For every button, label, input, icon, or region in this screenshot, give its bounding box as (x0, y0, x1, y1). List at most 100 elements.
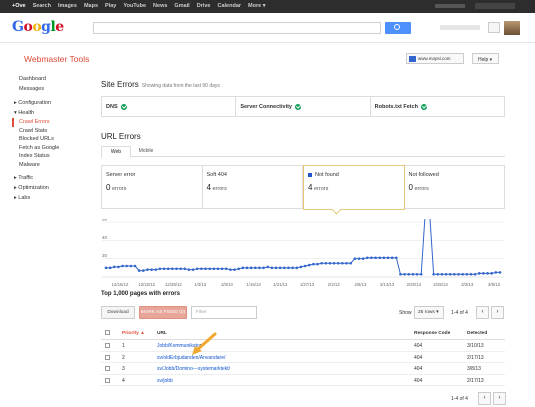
data-point[interactable] (187, 268, 191, 271)
data-point[interactable] (457, 272, 460, 276)
url-header[interactable]: URL (157, 331, 167, 336)
data-point[interactable] (486, 272, 489, 275)
data-point[interactable] (390, 256, 394, 260)
data-point[interactable] (117, 265, 120, 269)
data-point[interactable] (494, 271, 498, 274)
response-code-header[interactable]: Response Code (414, 331, 450, 336)
top-link[interactable]: News (153, 3, 167, 9)
data-point[interactable] (453, 272, 456, 276)
sidebar-item-blocked-urls[interactable]: Blocked URLs (12, 135, 92, 144)
data-point[interactable] (395, 256, 398, 260)
top-link[interactable]: Play (105, 3, 116, 9)
sidebar-item-crawl-stats[interactable]: Crawl Stats (12, 127, 92, 136)
data-point[interactable] (444, 272, 448, 276)
data-point[interactable] (200, 267, 203, 271)
sidebar-item-traffic[interactable]: ▸ Traffic (12, 173, 92, 183)
data-point[interactable] (432, 272, 435, 276)
help-button[interactable]: Help ▾ (472, 53, 499, 64)
data-point[interactable] (307, 263, 311, 267)
data-point[interactable] (146, 268, 149, 271)
error-card-server-error[interactable]: Server error 0 errors (102, 166, 203, 208)
data-point[interactable] (212, 267, 216, 271)
data-point[interactable] (374, 256, 377, 260)
data-point[interactable] (112, 265, 116, 269)
data-point[interactable] (171, 267, 174, 271)
sidebar-item-labs[interactable]: ▸ Labs (12, 193, 92, 203)
data-point[interactable] (336, 261, 340, 265)
data-point[interactable] (125, 264, 129, 268)
data-point[interactable] (299, 265, 303, 269)
data-point[interactable] (295, 266, 299, 270)
url-link[interactable]: sv/jobb (157, 378, 173, 384)
share-button[interactable] (488, 22, 500, 33)
data-point[interactable] (320, 261, 323, 265)
data-point[interactable] (353, 257, 357, 260)
next-page-button[interactable]: › (491, 306, 504, 319)
data-point[interactable] (498, 271, 502, 274)
data-point[interactable] (407, 272, 411, 276)
error-card-not-followed[interactable]: Not followed 0 errors (405, 166, 505, 208)
top-link[interactable]: More ▾ (248, 3, 265, 9)
data-point[interactable] (415, 272, 419, 276)
data-point[interactable] (399, 272, 402, 276)
data-point[interactable] (312, 262, 315, 266)
search-input[interactable] (93, 22, 381, 34)
sidebar-item-crawl-errors[interactable]: Crawl Errors (12, 118, 92, 127)
top-link[interactable]: Gmail (174, 3, 189, 9)
data-point[interactable] (204, 267, 207, 271)
data-point[interactable] (241, 266, 245, 270)
data-point[interactable] (220, 267, 224, 271)
data-point[interactable] (133, 264, 137, 268)
account-controls-blurred[interactable] (475, 3, 515, 9)
data-point[interactable] (403, 272, 406, 276)
data-point[interactable] (411, 272, 415, 276)
data-point[interactable] (245, 266, 249, 270)
sidebar-item-optimization[interactable]: ▸ Optimization (12, 183, 92, 193)
table-row[interactable]: 3 sv/Jobb/Domino---systemarktekt/404 3/8/1… (101, 363, 505, 375)
data-point[interactable] (158, 267, 162, 271)
top-link[interactable]: Images (58, 3, 77, 9)
data-point[interactable] (283, 266, 286, 270)
data-point[interactable] (357, 257, 361, 260)
data-point[interactable] (465, 272, 469, 276)
dns-status[interactable]: DNS (102, 97, 237, 116)
tab-mobile[interactable]: Mobile (131, 146, 161, 156)
data-point[interactable] (270, 266, 274, 270)
site-selector[interactable]: www.mopsi.com (406, 53, 464, 64)
data-point[interactable] (440, 272, 444, 276)
data-point[interactable] (137, 269, 141, 272)
data-point[interactable] (121, 264, 124, 268)
top-link[interactable]: Maps (84, 3, 98, 9)
sidebar-item-configuration[interactable]: ▸ Configuration (12, 98, 92, 108)
data-point[interactable] (361, 257, 365, 260)
data-point[interactable] (191, 268, 195, 271)
data-point[interactable] (482, 272, 485, 275)
error-card-not-found[interactable]: Not found 4 errors (303, 165, 405, 210)
data-point[interactable] (345, 261, 348, 265)
data-point[interactable] (266, 265, 270, 269)
data-point[interactable] (328, 261, 332, 265)
data-point[interactable] (341, 261, 344, 265)
data-point[interactable] (365, 256, 369, 260)
server-connectivity-status[interactable]: Server Connectivity (236, 97, 371, 116)
data-point[interactable] (448, 272, 452, 276)
data-point[interactable] (208, 267, 211, 271)
error-card-soft-404[interactable]: Soft 404 4 errors (203, 166, 303, 208)
data-point[interactable] (461, 272, 464, 276)
data-point[interactable] (436, 272, 440, 276)
row-checkbox[interactable] (105, 354, 110, 360)
next-page-button-bottom[interactable]: › (493, 392, 506, 405)
sidebar-item-messages[interactable]: Messages (12, 84, 92, 94)
data-point[interactable] (166, 267, 170, 271)
data-point[interactable] (386, 256, 390, 260)
top-link[interactable]: +Ove (12, 3, 26, 9)
mark-as-fixed-button[interactable]: MARK AS FIXED (0) (139, 306, 187, 319)
tab-web[interactable]: Web (101, 146, 131, 158)
data-point[interactable] (179, 267, 182, 271)
data-point[interactable] (233, 268, 236, 271)
data-point[interactable] (224, 267, 228, 271)
data-point[interactable] (162, 267, 166, 271)
data-point[interactable] (419, 272, 423, 276)
data-point[interactable] (175, 267, 178, 271)
select-all-checkbox[interactable] (105, 330, 110, 335)
